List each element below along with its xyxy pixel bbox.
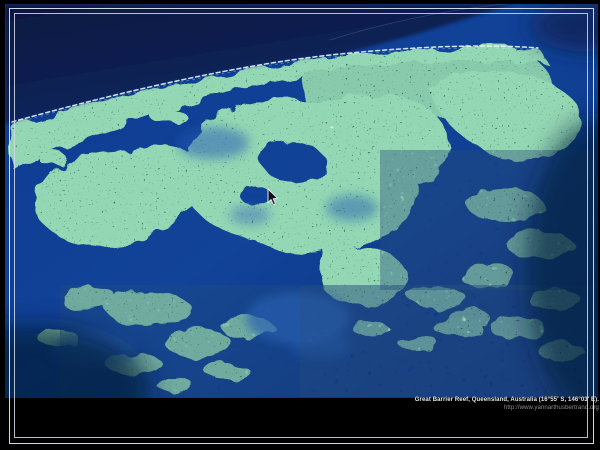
photo-caption: Great Barrier Reef, Queensland, Australi…	[415, 397, 599, 412]
reef-photo-art	[5, 4, 598, 398]
mouse-cursor-icon	[266, 187, 280, 207]
photo-caption-url: http://www.yannarthusbertrand.org	[415, 405, 599, 412]
boat-speck	[331, 127, 334, 129]
reef-aerial-photo	[5, 4, 598, 398]
desktop-wallpaper: Great Barrier Reef, Queensland, Australi…	[0, 0, 600, 450]
photo-caption-title: Great Barrier Reef, Queensland, Australi…	[415, 397, 599, 404]
